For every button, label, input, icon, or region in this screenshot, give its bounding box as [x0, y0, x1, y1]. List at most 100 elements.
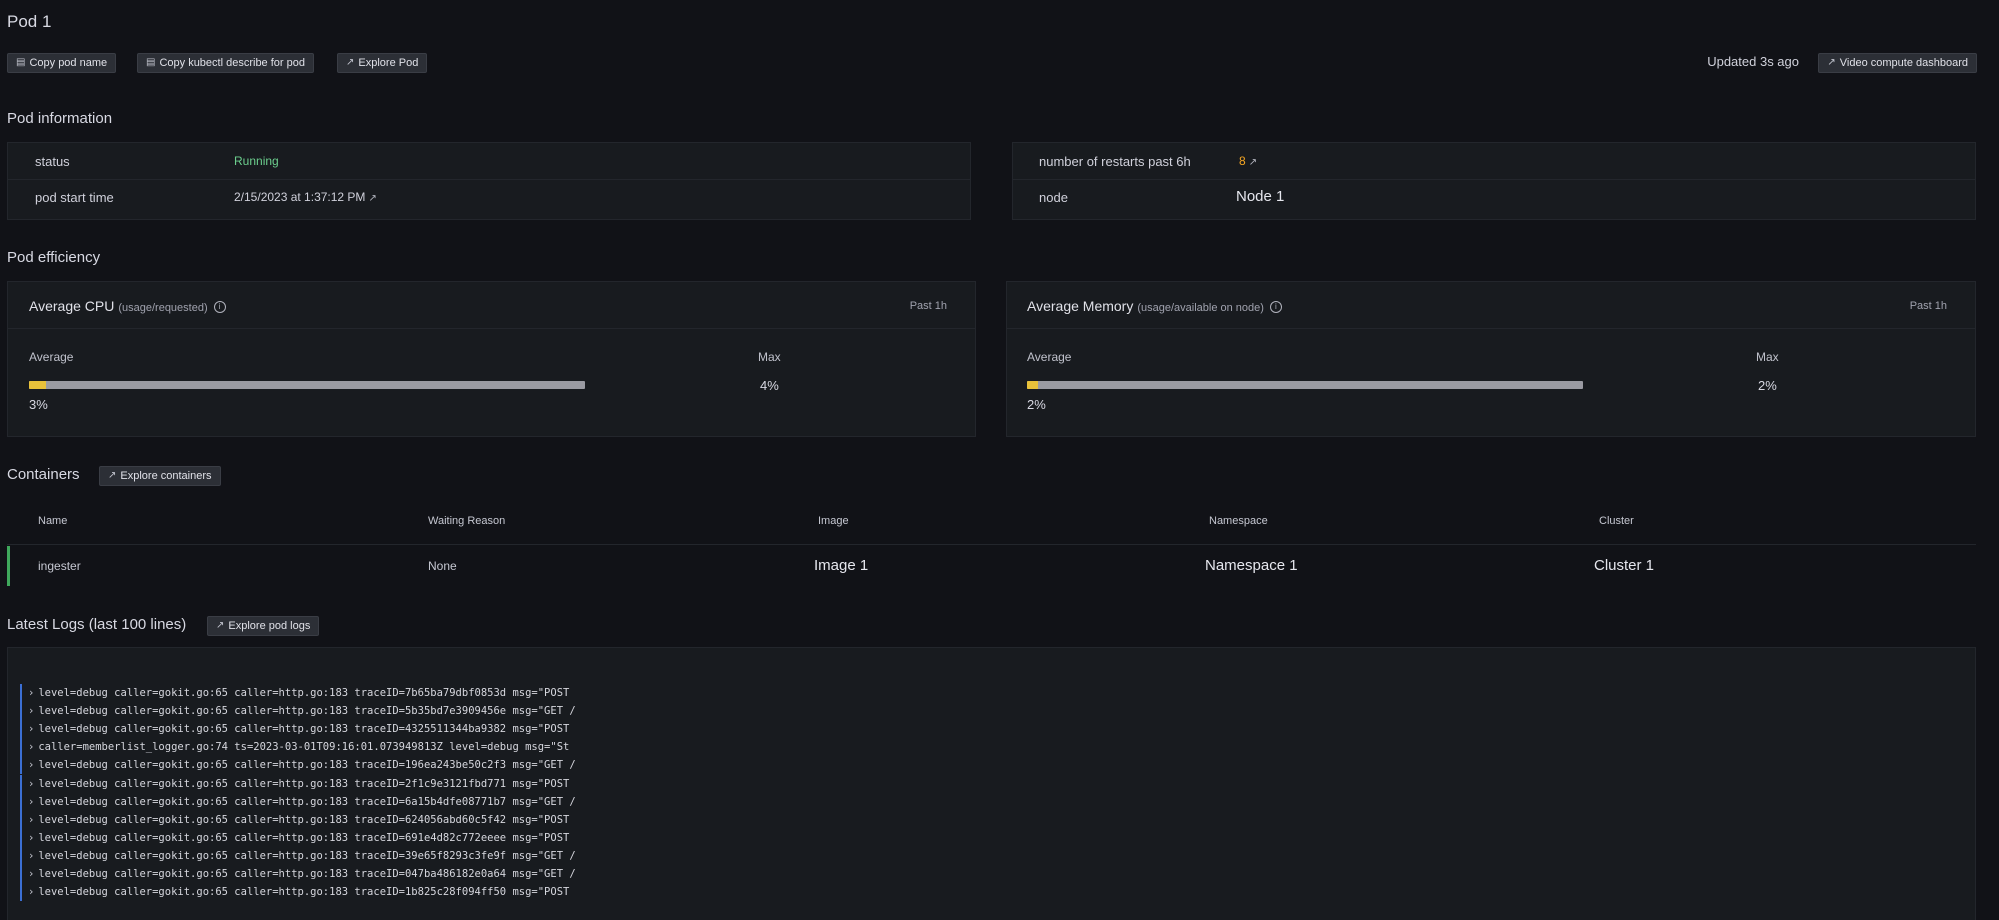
chevron-right-icon: ›: [28, 868, 35, 880]
info-icon[interactable]: i: [213, 301, 226, 314]
log-line[interactable]: › level=debug caller=gokit.go:65 caller=h…: [20, 883, 600, 902]
cpu-max-value: 4%: [760, 378, 779, 393]
containers-table-header: [7, 506, 1976, 545]
log-line-text: level=debug caller=gokit.go:65 caller=ht…: [38, 723, 570, 736]
log-line-text: level=debug caller=gokit.go:65 caller=ht…: [38, 777, 570, 790]
clipboard-icon: ▤: [16, 57, 26, 68]
start-time-value: 2/15/2023 at 1:37:12 PM: [234, 190, 366, 204]
log-line-text: level=debug caller=gokit.go:65 caller=ht…: [38, 868, 576, 880]
page-title: Pod 1: [7, 12, 52, 31]
copy-pod-name-button[interactable]: ▤ Copy pod name: [7, 53, 117, 73]
restarts-row: number of restarts past 6h 8 ↗: [1013, 143, 1975, 180]
log-line-text: level=debug caller=gokit.go:65 caller=ht…: [38, 705, 576, 718]
memory-max-label: Max: [1756, 350, 1779, 364]
start-time-link[interactable]: 2/15/2023 at 1:37:12 PM ↗: [234, 190, 377, 204]
status-label: status: [35, 154, 70, 169]
copy-describe-button[interactable]: ▤ Copy kubectl describe for pod: [137, 53, 314, 73]
chevron-right-icon: ›: [28, 705, 35, 718]
restarts-value: 8: [1239, 154, 1246, 168]
log-line[interactable]: › level=debug caller=gokit.go:65 caller=h…: [20, 846, 600, 865]
pod-info-left-panel: status Running pod start time 2/15/2023 …: [7, 142, 971, 220]
info-icon[interactable]: i: [1269, 301, 1282, 314]
memory-average-label: Average: [1027, 350, 1072, 364]
pod-info-right-panel: number of restarts past 6h 8 ↗ node Node …: [1012, 142, 1976, 220]
log-line-text: caller=memberlist_logger.go:74 ts=2023-0…: [38, 741, 570, 754]
restarts-label: number of restarts past 6h: [1039, 154, 1191, 169]
chevron-right-icon: ›: [28, 759, 35, 772]
log-line[interactable]: › level=debug caller=gokit.go:65 caller=h…: [20, 810, 600, 829]
row-status-indicator: [7, 546, 10, 586]
restarts-link[interactable]: 8 ↗: [1239, 154, 1257, 168]
external-link-icon: ↗: [1827, 57, 1836, 68]
explore-pod-logs-button[interactable]: ↗ Explore pod logs: [207, 616, 320, 636]
container-cluster: Cluster 1: [1594, 557, 1655, 574]
explore-pod-button[interactable]: ↗ Explore Pod: [337, 53, 428, 73]
log-line[interactable]: › level=debug caller=gokit.go:65 caller=h…: [20, 828, 600, 847]
start-time-row: pod start time 2/15/2023 at 1:37:12 PM ↗: [8, 179, 970, 215]
chevron-right-icon: ›: [28, 777, 35, 790]
memory-average-bar-fill: [1027, 381, 1039, 389]
log-line[interactable]: › level=debug caller=gokit.go:65 caller=h…: [20, 720, 600, 739]
updated-status: Updated 3s ago: [1707, 54, 1799, 69]
chevron-right-icon: ›: [28, 831, 35, 844]
cpu-max-label: Max: [758, 350, 781, 364]
log-line[interactable]: › level=debug caller=gokit.go:65 caller=h…: [20, 684, 600, 702]
cpu-average-value: 3%: [29, 397, 48, 412]
node-label: node: [1039, 190, 1068, 205]
cpu-panel-header: Average CPU (usage/requested) i Past 1h: [8, 282, 975, 329]
external-link-icon: ↗: [346, 57, 355, 68]
chevron-right-icon: ›: [28, 849, 35, 862]
cpu-subtitle: (usage/requested): [118, 302, 208, 314]
log-line-text: level=debug caller=gokit.go:65 caller=ht…: [38, 759, 576, 772]
log-line[interactable]: › level=debug caller=gokit.go:65 caller=h…: [20, 756, 600, 775]
video-compute-dashboard-label: Video compute dashboard: [1839, 57, 1968, 69]
cpu-panel: Average CPU (usage/requested) i Past 1h Av…: [7, 281, 976, 437]
container-namespace: Namespace 1: [1205, 557, 1298, 574]
memory-panel-header: Average Memory (usage/available on node) i…: [1007, 282, 1975, 329]
column-header-cluster: Cluster: [1599, 515, 1634, 527]
status-value: Running: [234, 154, 279, 168]
chevron-right-icon: ›: [28, 886, 35, 899]
log-line[interactable]: › level=debug caller=gokit.go:65 caller=h…: [20, 702, 600, 721]
node-row: node Node 1: [1013, 179, 1975, 215]
log-line-text: level=debug caller=gokit.go:65 caller=ht…: [38, 831, 570, 844]
log-line-text: level=debug caller=gokit.go:65 caller=ht…: [38, 795, 576, 808]
external-link-icon: ↗: [368, 193, 377, 204]
log-line[interactable]: › level=debug caller=gokit.go:65 caller=h…: [20, 792, 600, 811]
pod-efficiency-heading: Pod efficiency: [7, 249, 101, 266]
chevron-right-icon: ›: [28, 687, 35, 699]
clipboard-icon: ▤: [146, 57, 156, 68]
memory-title: Average Memory (usage/available on node) i: [1027, 298, 1282, 314]
log-line-text: level=debug caller=gokit.go:65 caller=ht…: [38, 849, 576, 862]
video-compute-dashboard-button[interactable]: ↗ Video compute dashboard: [1818, 53, 1977, 73]
chevron-right-icon: ›: [28, 795, 35, 808]
log-line[interactable]: › caller=memberlist_logger.go:74 ts=2023-…: [20, 738, 600, 757]
external-link-icon: ↗: [108, 470, 117, 481]
pod-information-heading: Pod information: [7, 110, 113, 127]
explore-containers-label: Explore containers: [120, 470, 212, 482]
node-value: Node 1: [1236, 188, 1285, 205]
explore-pod-label: Explore Pod: [358, 57, 419, 69]
latest-logs-heading: Latest Logs (last 100 lines): [7, 616, 187, 633]
log-line-text: level=debug caller=gokit.go:65 caller=ht…: [38, 813, 570, 826]
container-image: Image 1: [814, 557, 869, 574]
containers-heading: Containers: [7, 466, 80, 483]
log-line[interactable]: › level=debug caller=gokit.go:65 caller=h…: [20, 774, 600, 793]
memory-max-value: 2%: [1758, 378, 1777, 393]
explore-containers-button[interactable]: ↗ Explore containers: [99, 466, 221, 486]
log-line[interactable]: › level=debug caller=gokit.go:65 caller=h…: [20, 865, 600, 883]
container-waiting-reason: None: [428, 559, 457, 573]
column-header-image: Image: [818, 515, 849, 527]
chevron-right-icon: ›: [28, 741, 35, 754]
log-line-text: level=debug caller=gokit.go:65 caller=ht…: [38, 687, 570, 699]
copy-describe-label: Copy kubectl describe for pod: [159, 57, 305, 69]
log-line-text: level=debug caller=gokit.go:65 caller=ht…: [38, 886, 570, 899]
cpu-average-bar-fill: [29, 381, 46, 389]
memory-average-bar: [1027, 381, 1583, 389]
column-header-name: Name: [38, 515, 68, 527]
cpu-average-label: Average: [29, 350, 74, 364]
memory-average-value: 2%: [1027, 397, 1046, 412]
table-row[interactable]: [7, 546, 1976, 586]
chevron-right-icon: ›: [28, 723, 35, 736]
start-time-label: pod start time: [35, 190, 114, 205]
